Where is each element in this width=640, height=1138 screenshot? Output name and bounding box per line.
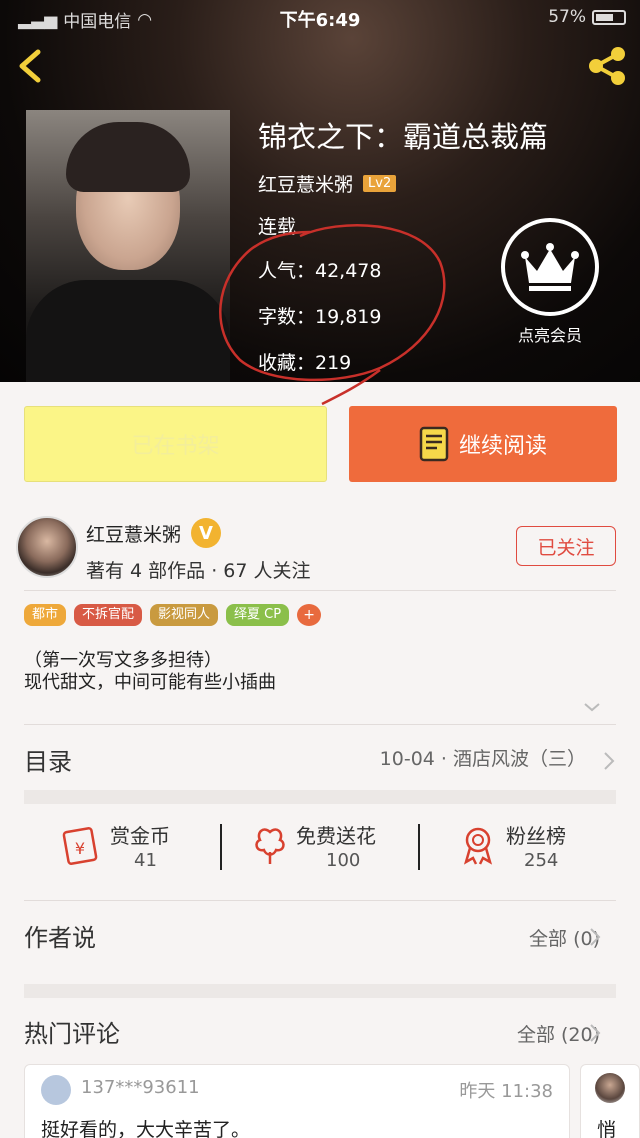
chevron-right-icon[interactable] (588, 1022, 602, 1044)
share-button[interactable] (584, 44, 630, 88)
on-shelf-button[interactable]: 已在书架 (24, 406, 327, 482)
author-card-subtitle: 著有 4 部作品 · 67 人关注 (86, 560, 311, 582)
back-button[interactable] (12, 44, 52, 88)
continue-reading-button[interactable]: 继续阅读 (349, 406, 617, 482)
reward-value: 100 (326, 850, 361, 871)
share-icon (589, 47, 625, 85)
author-says-title: 作者说 (24, 924, 96, 952)
comment-card[interactable]: 137***93611 昨天 11:38 挺好看的，大大辛苦了。 (24, 1064, 570, 1138)
book-header: ▂▃▅ 中国电信 ◠ 下午6:49 57% 锦衣之下：霸道总裁篇 红豆薏米粥 L (0, 0, 640, 382)
description-line: 现代甜文，中间可能有些小插曲 (24, 672, 276, 693)
author-card-name: 红豆薏米粥 (86, 523, 182, 546)
continue-reading-label: 继续阅读 (458, 434, 547, 459)
tag[interactable]: 不拆官配 (74, 604, 143, 626)
reward-bar: ¥ 赏金币 41 免费送花 100 粉丝榜 254 (24, 816, 616, 880)
avatar[interactable] (41, 1075, 71, 1105)
tag[interactable]: 都市 (24, 604, 67, 626)
word-count-stat: 字数：19,819 (258, 306, 382, 328)
latest-chapter: 10-04 · 酒店风波（三） (379, 748, 586, 770)
toc-label: 目录 (24, 748, 72, 776)
book-title: 锦衣之下：霸道总裁篇 (258, 120, 549, 154)
comment-text: 悄 (597, 1119, 617, 1138)
comment-card[interactable]: 悄 (580, 1064, 640, 1138)
book-author[interactable]: 红豆薏米粥 Lv2 (258, 170, 397, 197)
chevron-right-icon (604, 752, 615, 770)
battery-percent: 57% (548, 7, 586, 27)
reward-title: 赏金币 (110, 824, 170, 848)
battery-icon (592, 9, 626, 25)
comment-text: 挺好看的，大大辛苦了。 (41, 1119, 251, 1138)
verified-icon: V (191, 518, 222, 548)
reward-title: 粉丝榜 (506, 824, 566, 848)
divider (24, 590, 616, 591)
section-separator (24, 790, 616, 804)
avatar[interactable] (595, 1073, 625, 1103)
clock: 下午6:49 (279, 10, 361, 31)
chevron-left-icon (19, 49, 41, 83)
vip-button[interactable]: 点亮会员 (500, 218, 600, 348)
battery-info: 57% (548, 7, 626, 27)
crown-icon (521, 243, 579, 291)
comment-time: 昨天 11:38 (459, 1081, 553, 1102)
reward-value: 254 (524, 850, 559, 871)
avatar[interactable] (16, 516, 78, 578)
divider (24, 724, 616, 725)
ribbon-icon (463, 827, 493, 865)
hot-comments-title: 热门评论 (24, 1020, 120, 1048)
serial-status: 连载 (258, 216, 297, 238)
tag[interactable]: 影视同人 (150, 604, 219, 626)
book-cover[interactable] (26, 110, 230, 382)
reward-value: 41 (134, 850, 157, 871)
flower-icon (255, 828, 285, 864)
comment-user: 137***93611 (81, 1077, 200, 1098)
expand-chevron-icon[interactable] (582, 700, 602, 714)
reward-flowers[interactable]: 免费送花 100 (252, 816, 422, 880)
separator (418, 824, 420, 870)
section-separator (24, 984, 616, 998)
level-badge: Lv2 (363, 175, 397, 192)
popularity-stat: 人气：42,478 (258, 260, 382, 282)
vip-label: 点亮会员 (517, 326, 582, 345)
author-card-name-row: 红豆薏米粥 V (86, 518, 222, 548)
divider (24, 900, 616, 901)
book-description: （第一次写文多多担待） 现代甜文，中间可能有些小插曲 (24, 650, 276, 694)
favorites-stat: 收藏：219 (258, 352, 352, 374)
book-icon (419, 426, 449, 462)
follow-button[interactable]: 已关注 (516, 526, 616, 566)
chevron-right-icon[interactable] (588, 926, 602, 948)
status-bar: ▂▃▅ 中国电信 ◠ 下午6:49 57% (0, 0, 640, 34)
description-line: （第一次写文多多担待） (24, 650, 222, 671)
reward-fans[interactable]: 粉丝榜 254 (460, 816, 610, 880)
table-of-contents-row[interactable]: 目录 10-04 · 酒店风波（三） (24, 736, 616, 780)
tag[interactable]: 绎夏 CP (226, 604, 290, 626)
more-tags-button[interactable]: + (297, 604, 322, 626)
reward-title: 免费送花 (296, 824, 376, 848)
author-name: 红豆薏米粥 (258, 174, 354, 196)
red-envelope-icon: ¥ (62, 827, 98, 865)
reward-coins[interactable]: ¥ 赏金币 41 (60, 816, 220, 880)
separator (220, 824, 222, 870)
svg-text:¥: ¥ (75, 839, 85, 858)
tag-list: 都市 不拆官配 影视同人 绎夏 CP + (24, 604, 322, 626)
author-card[interactable]: 红豆薏米粥 V 著有 4 部作品 · 67 人关注 已关注 (0, 506, 640, 590)
